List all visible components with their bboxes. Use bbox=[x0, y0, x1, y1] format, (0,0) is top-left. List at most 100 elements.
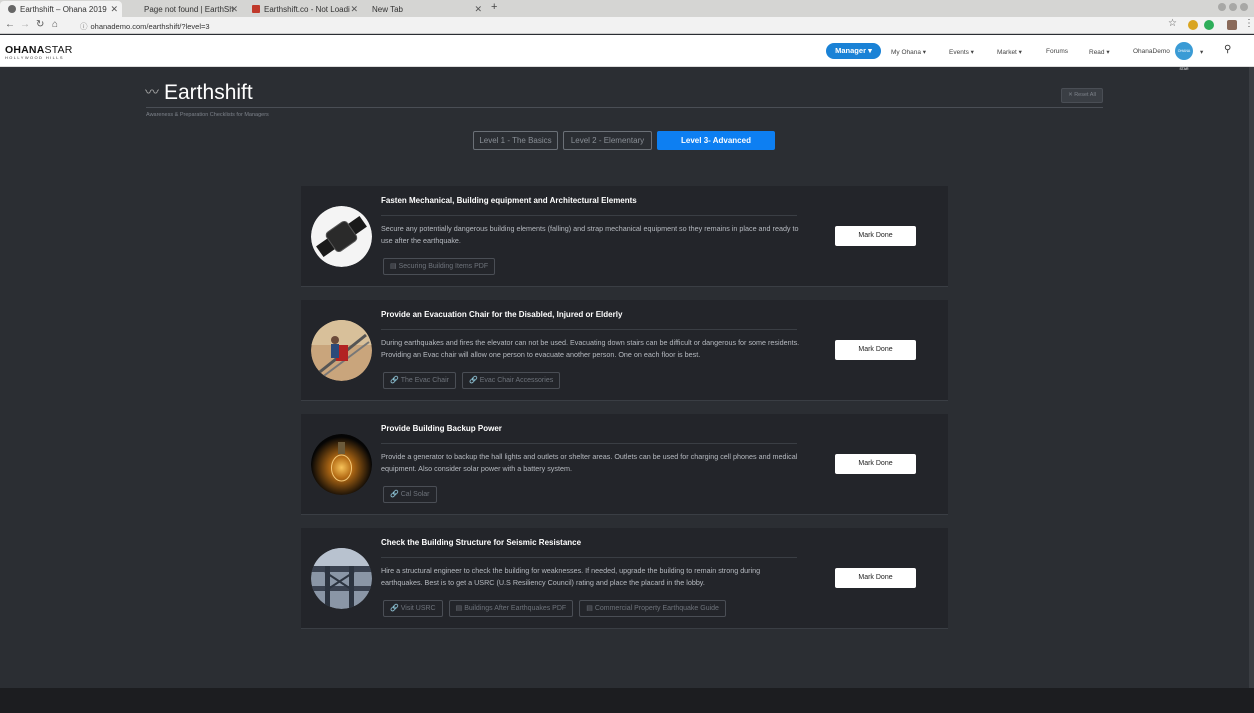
manager-menu-button[interactable]: Manager ▾ bbox=[826, 43, 881, 59]
user-dropdown-icon[interactable]: ▾ bbox=[1200, 48, 1203, 56]
page-footer bbox=[0, 688, 1254, 713]
search-icon[interactable]: ⚲ bbox=[1224, 44, 1231, 55]
mark-done-button[interactable]: Mark Done bbox=[835, 226, 916, 246]
home-icon[interactable]: ⌂ bbox=[52, 19, 58, 30]
forward-icon[interactable]: → bbox=[20, 19, 30, 30]
browser-tab-bar: Earthshift – Ohana 2019 ✕ Page not found… bbox=[0, 0, 1254, 17]
window-controls bbox=[1218, 3, 1248, 11]
bookmark-star-icon[interactable]: ☆ bbox=[1168, 18, 1177, 29]
link-label: Commercial Property Earthquake Guide bbox=[594, 605, 719, 612]
tab-title: New Tab bbox=[372, 5, 403, 14]
close-tab-icon[interactable]: ✕ bbox=[350, 4, 358, 15]
pulse-icon: 〰 bbox=[145, 84, 159, 100]
site-header: OHANASTAR HOLLYWOOD HILLS Manager ▾ My O… bbox=[0, 35, 1254, 71]
link-label: Securing Building Items PDF bbox=[398, 263, 489, 270]
maximize-window-icon[interactable] bbox=[1229, 3, 1237, 11]
browser-tab[interactable]: Page not found | EarthSh ✕ bbox=[124, 1, 242, 17]
resource-link[interactable]: 🔗 Cal Solar bbox=[383, 486, 437, 503]
checklist-card: Provide Building Backup Power Provide a … bbox=[301, 414, 948, 515]
back-icon[interactable]: ← bbox=[5, 19, 15, 30]
link-icon: 🔗 bbox=[468, 377, 478, 384]
nav-forums[interactable]: Forums bbox=[1046, 48, 1068, 55]
close-window-icon[interactable] bbox=[1240, 3, 1248, 11]
browser-tab[interactable]: Earthshift.co - Not Loadi ✕ bbox=[244, 1, 362, 17]
info-icon: ⓘ bbox=[80, 22, 88, 31]
file-pdf-icon: ▤ bbox=[455, 605, 463, 612]
page-title-text: Earthshift bbox=[164, 81, 253, 104]
extension-icon[interactable] bbox=[1204, 20, 1214, 30]
close-tab-icon[interactable]: ✕ bbox=[110, 4, 118, 15]
strap-buckle-image bbox=[311, 206, 372, 267]
mark-done-button[interactable]: Mark Done bbox=[835, 568, 916, 588]
reset-all-button[interactable]: ✕ Reset All bbox=[1061, 88, 1103, 103]
resource-link[interactable]: ▤ Commercial Property Earthquake Guide bbox=[579, 600, 726, 617]
minimize-window-icon[interactable] bbox=[1218, 3, 1226, 11]
tab-title: Earthshift.co - Not Loadi bbox=[264, 5, 350, 14]
close-tab-icon[interactable]: ✕ bbox=[474, 4, 482, 15]
nav-read[interactable]: Read ▾ bbox=[1089, 48, 1110, 56]
card-links: 🔗 The Evac Chair 🔗 Evac Chair Accessories bbox=[383, 372, 561, 389]
close-tab-icon[interactable]: ✕ bbox=[230, 4, 238, 15]
link-icon: 🔗 bbox=[390, 605, 399, 612]
new-tab-icon[interactable]: + bbox=[491, 1, 497, 13]
nav-my-ohana[interactable]: My Ohana ▾ bbox=[891, 48, 926, 56]
page-subtitle: Awareness & Preparation Checklists for M… bbox=[146, 112, 269, 118]
checklist-card: Fasten Mechanical, Building equipment an… bbox=[301, 186, 948, 287]
evac-chair-image bbox=[311, 320, 372, 381]
nav-events[interactable]: Events ▾ bbox=[949, 48, 974, 56]
link-icon: 🔗 bbox=[390, 491, 399, 498]
divider bbox=[146, 107, 1103, 108]
browser-menu-icon[interactable]: ⋮ bbox=[1244, 18, 1254, 29]
tab-level-2[interactable]: Level 2 - Elementary bbox=[563, 131, 652, 150]
file-pdf-icon: ▤ bbox=[586, 605, 593, 612]
profile-icon[interactable] bbox=[1227, 20, 1237, 30]
tab-level-3[interactable]: Level 3- Advanced bbox=[657, 131, 775, 150]
error-favicon-icon bbox=[252, 5, 260, 13]
card-title: Check the Building Structure for Seismic… bbox=[381, 538, 582, 547]
site-favicon-icon bbox=[8, 5, 16, 13]
link-label: The Evac Chair bbox=[400, 377, 449, 384]
card-description: Provide a generator to backup the hall l… bbox=[381, 452, 798, 473]
card-description: Hire a structural engineer to check the … bbox=[381, 566, 761, 587]
user-avatar[interactable]: OHANA STAR bbox=[1175, 42, 1193, 71]
tab-level-1[interactable]: Level 1 - The Basics bbox=[473, 131, 558, 150]
card-description: During earthquakes and fires the elevato… bbox=[381, 338, 800, 359]
browser-tab[interactable]: Earthshift – Ohana 2019 ✕ bbox=[0, 1, 122, 17]
card-description: Secure any potentially dangerous buildin… bbox=[381, 224, 799, 245]
scrollbar[interactable] bbox=[1249, 67, 1254, 688]
mark-done-button[interactable]: Mark Done bbox=[835, 454, 916, 474]
reload-icon[interactable]: ↻ bbox=[36, 19, 44, 30]
divider bbox=[381, 329, 797, 330]
link-icon: 🔗 bbox=[390, 377, 399, 384]
resource-link[interactable]: 🔗 Visit USRC bbox=[383, 600, 443, 617]
mark-done-button[interactable]: Mark Done bbox=[835, 340, 916, 360]
logo-subtitle: HOLLYWOOD HILLS bbox=[5, 55, 64, 60]
light-bulb-image bbox=[311, 434, 372, 495]
site-logo[interactable]: OHANASTAR HOLLYWOOD HILLS bbox=[5, 44, 73, 60]
checklist-card: Check the Building Structure for Seismic… bbox=[301, 528, 948, 629]
tab-title: Earthshift – Ohana 2019 bbox=[20, 5, 107, 14]
resource-link[interactable]: ▤ Securing Building Items PDF bbox=[383, 258, 496, 275]
card-title: Fasten Mechanical, Building equipment an… bbox=[381, 196, 637, 205]
divider bbox=[381, 443, 797, 444]
file-pdf-icon: ▤ bbox=[390, 263, 397, 270]
site-favicon-icon bbox=[132, 5, 140, 13]
nav-market[interactable]: Market ▾ bbox=[997, 48, 1022, 56]
url-field[interactable]: ⓘ ohanademo.com/earthshift/?level=3 bbox=[80, 21, 210, 32]
resource-link[interactable]: ▤ Buildings After Earthquakes PDF bbox=[448, 600, 574, 617]
extension-icon[interactable] bbox=[1188, 20, 1198, 30]
divider bbox=[381, 557, 797, 558]
resource-link[interactable]: 🔗 Evac Chair Accessories bbox=[461, 372, 561, 389]
tab-title: Page not found | EarthSh bbox=[144, 5, 234, 14]
url-text: ohanademo.com/earthshift/?level=3 bbox=[90, 22, 210, 31]
card-title: Provide an Evacuation Chair for the Disa… bbox=[381, 310, 623, 319]
browser-tab[interactable]: New Tab ✕ bbox=[364, 1, 486, 17]
card-links: ▤ Securing Building Items PDF bbox=[383, 258, 496, 275]
link-label: Visit USRC bbox=[400, 605, 436, 612]
link-label: Evac Chair Accessories bbox=[479, 377, 554, 384]
building-structure-image bbox=[311, 548, 372, 609]
resource-link[interactable]: 🔗 The Evac Chair bbox=[383, 372, 456, 389]
nav-user[interactable]: OhanaDemo bbox=[1133, 48, 1170, 55]
card-links: 🔗 Cal Solar bbox=[383, 486, 437, 503]
divider bbox=[381, 215, 797, 216]
